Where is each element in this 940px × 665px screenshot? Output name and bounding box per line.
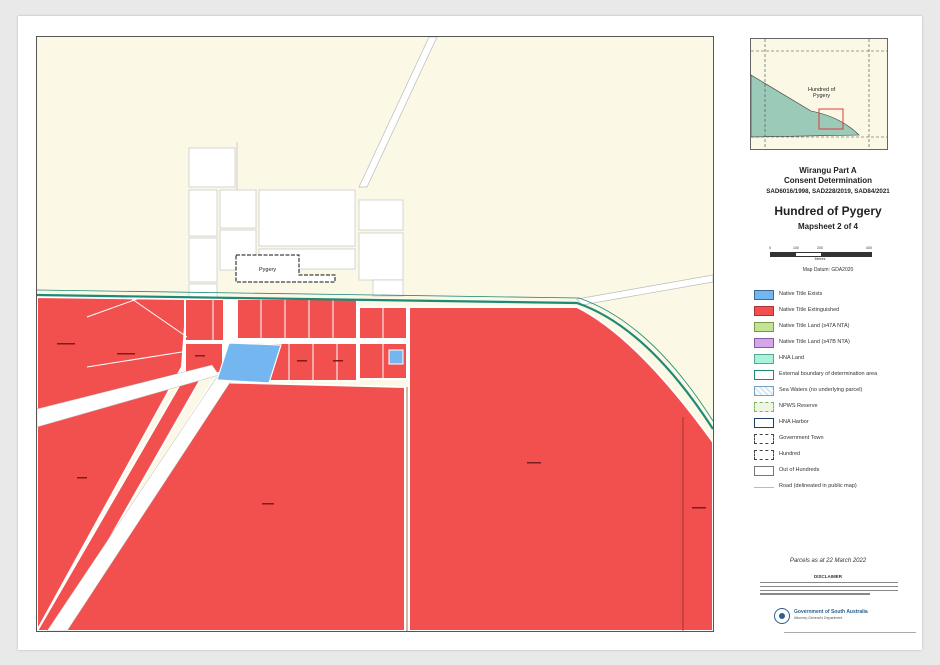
extinguished-parcels[interactable] [37,295,713,631]
legend-label: External boundary of determination area [779,371,878,377]
legend-item: NPWS Reserve [754,402,924,418]
inset-label: Hundred of Pygery [808,87,836,100]
native-title-exists-parcel[interactable] [216,342,282,384]
legend-item: Native Title Land (s47A NTA) [754,322,924,338]
mapsheet-label: Mapsheet 2 of 4 [797,222,858,232]
government-logo-icon [774,608,790,624]
legend-swatch [754,466,774,476]
scale-tick-0: 0 [769,246,771,250]
map-datum: Map Datum: GDA2020 [802,267,854,273]
legend-label: HNA Land [779,355,805,361]
legend-swatch [754,322,774,332]
legend-swatch [754,487,774,488]
title-line1: Wirangu Part A [799,166,857,175]
legend-label: Road (delineated in public map) [779,483,857,489]
legend-label: HNA Harbor [779,419,809,425]
legend-swatch [754,386,774,396]
legend-label: Native Title Land (s47B NTA) [779,339,850,345]
legend-label: Hundred [779,451,801,457]
legend-item: HNA Harbor [754,418,924,434]
legend-label: Native Title Land (s47A NTA) [779,323,850,329]
disclaimer-text [760,582,898,597]
legend-label: Out of Hundreds [779,467,820,473]
legend-item: HNA Land [754,354,924,370]
legend-item: Government Town [754,434,924,450]
native-title-exists-parcel-small[interactable] [388,349,404,365]
parcels-date: Parcels as at 22 March 2022 [789,558,867,564]
map-frame[interactable]: Pygery [36,36,714,632]
road-e-w [185,340,407,343]
legend-swatch [754,290,774,300]
legend-swatch [754,306,774,316]
legend-item: Out of Hundreds [754,466,924,482]
disclaimer-title: DISCLAIMER [814,574,842,579]
legend-item: Sea Waters (no underlying parcel) [754,386,924,402]
scale-unit: Metres [814,257,826,261]
case-numbers: SAD6016/1998, SAD228/2019, SAD84/2021 [766,188,890,196]
legend-swatch [754,338,774,348]
legend-item: Native Title Extinguished [754,306,924,322]
map-canvas[interactable]: Pygery [37,37,713,631]
legend-swatch [754,402,774,412]
legend-label: Sea Waters (no underlying parcel) [779,387,863,393]
legend-label: Native Title Exists [779,291,823,297]
scale-tick-1: 100 [793,246,799,250]
department-name: Attorney-General's Department [794,616,843,620]
government-name: Government of South Australia [794,609,868,615]
legend-label: Government Town [779,435,824,441]
legend-item: Native Title Exists [754,290,924,306]
legend-item: External boundary of determination area [754,370,924,386]
legend-swatch [754,418,774,428]
legend-swatch [754,434,774,444]
scale-tick-2: 200 [817,246,823,250]
hundred-title: Hundred of Pygery [774,204,882,219]
legend-swatch [754,370,774,380]
legend-panel: Hundred of Pygery Wirangu Part A Consent… [738,36,918,633]
legend-item: Native Title Land (s47B NTA) [754,338,924,354]
legend-item: Hundred [754,450,924,466]
inset-locator-map[interactable]: Hundred of Pygery [750,38,888,150]
legend: Native Title Exists Native Title Extingui… [754,290,924,498]
footer-rule [784,632,916,633]
title-line2: Consent Determination [783,175,872,185]
legend-swatch [754,354,774,364]
legend-item: Road (delineated in public map) [754,482,924,498]
scale-tick-3: 400 [866,246,872,250]
legend-swatch [754,450,774,460]
town-label: Pygery [259,267,276,273]
title-block: Wirangu Part A Consent Determination SAD… [738,166,918,231]
legend-label: Native Title Extinguished [779,307,840,313]
legend-label: NPWS Reserve [779,403,818,409]
